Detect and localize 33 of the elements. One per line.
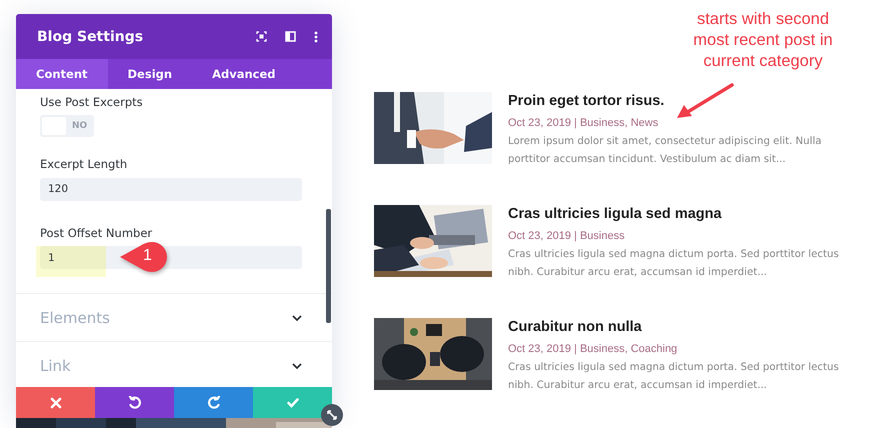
close-icon bbox=[48, 396, 62, 410]
annotation-text: starts with second most recent post in current category bbox=[692, 9, 834, 72]
post-title[interactable]: Proin eget tortor risus. bbox=[508, 93, 848, 109]
more-icon[interactable] bbox=[314, 30, 318, 42]
scrollbar[interactable] bbox=[326, 209, 331, 323]
tab[interactable]: Design bbox=[108, 59, 192, 89]
post-meta: Oct 23, 2019 | Business, Coaching bbox=[508, 343, 678, 355]
tab[interactable]: Advanced bbox=[192, 59, 296, 89]
post-excerpt: Lorem ipsum dolor sit amet, consectetur adipiscing elit. Nulla porttitor accumsan tincidunt. Vestibulum ac diam sit... bbox=[508, 135, 823, 167]
field-label: Excerpt Length bbox=[40, 157, 128, 171]
post-meta: Oct 23, 2019 | Business bbox=[508, 230, 626, 242]
fullscreen-icon[interactable] bbox=[256, 31, 267, 42]
field-label: Post Offset Number bbox=[40, 226, 154, 240]
tab[interactable]: Content bbox=[16, 59, 108, 89]
input-field[interactable]: 120 bbox=[40, 178, 302, 200]
redo-icon bbox=[206, 396, 220, 410]
post-meta: Oct 23, 2019 | Business, News bbox=[508, 117, 660, 129]
annotation-arrow bbox=[676, 83, 734, 119]
post-title[interactable]: Curabitur non nulla bbox=[508, 319, 848, 335]
post-title[interactable]: Cras ultricies ligula sed magna bbox=[508, 206, 848, 222]
undo-button[interactable] bbox=[95, 387, 174, 418]
check-icon bbox=[286, 396, 300, 410]
redo-button[interactable] bbox=[174, 387, 253, 418]
resize-handle[interactable] bbox=[321, 404, 343, 426]
cancel-button[interactable] bbox=[16, 387, 95, 418]
callout-marker: 1 bbox=[118, 242, 169, 272]
undo-icon bbox=[128, 396, 142, 410]
field-label: Use Post Excerpts bbox=[40, 95, 144, 109]
post-excerpt: Cras ultricies ligula sed magna dictum porta. Sed porttitor lectus nibh. Curabitur arcu erat, accumsan id imperdiet... bbox=[508, 361, 840, 393]
split-view-icon[interactable] bbox=[285, 31, 296, 42]
save-button[interactable] bbox=[253, 387, 332, 418]
panel-title: Blog Settings bbox=[37, 28, 144, 44]
post-excerpt: Cras ultricies ligula sed magna dictum porta. Sed porttitor lectus nibh. Curabitur arcu erat, accumsan id imperdiet... bbox=[508, 248, 840, 280]
